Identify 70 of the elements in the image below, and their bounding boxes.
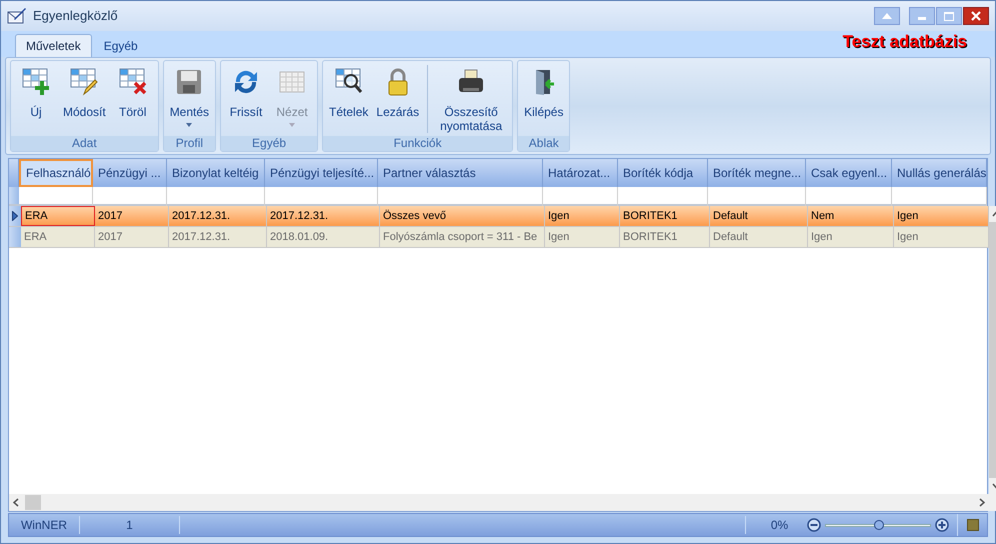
scrollbar-thumb[interactable] <box>25 495 41 510</box>
table-cell: Default <box>710 227 808 247</box>
table-cell: ERA <box>21 227 95 247</box>
zoom-slider-thumb[interactable] <box>874 520 884 530</box>
ribbon-group-label: Adat <box>11 136 158 151</box>
collapse-ribbon-button[interactable] <box>874 7 900 25</box>
close-button[interactable] <box>963 7 989 25</box>
column-header[interactable]: Pénzügyi teljesíté... <box>265 159 378 187</box>
column-header[interactable]: Felhasználó <box>19 159 93 187</box>
column-header[interactable]: Határozat... <box>543 159 618 187</box>
ribbon-tab[interactable]: Egyéb <box>94 34 148 57</box>
table-cross-icon <box>118 68 147 96</box>
table-cell: Igen <box>545 206 620 226</box>
table-cell: 2017.12.31. <box>169 206 267 226</box>
table-cell: Összes vevő <box>380 206 545 226</box>
maximize-icon <box>944 12 954 20</box>
table-cell: Folyószámla csoport = 311 - Be <box>380 227 545 247</box>
ribbon-button[interactable]: Frissít <box>223 65 270 119</box>
column-header[interactable]: Pénzügyi ... <box>93 159 167 187</box>
ribbon-button[interactable]: Tételek <box>325 65 372 119</box>
table-cell: 2018.01.09. <box>267 227 380 247</box>
table-cell: BORITEK1 <box>620 206 710 226</box>
close-icon <box>971 11 981 21</box>
table-row[interactable]: ERA 2017 2017.12.31. 2017.12.31. Összes vevő Igen BORITEK1 Default Nem Igen <box>9 206 989 227</box>
scroll-left-icon[interactable] <box>13 498 19 507</box>
column-header[interactable]: Bizonylat keltéig <box>167 159 265 187</box>
status-user: WinNER <box>9 516 80 534</box>
status-indicator <box>966 519 978 531</box>
envelope-pen-icon <box>7 6 27 26</box>
table-cell: 2017 <box>95 206 169 226</box>
table-cell: Default <box>710 206 808 226</box>
column-header[interactable]: Nullás generálás <box>892 159 987 187</box>
database-label: Teszt adatbázis <box>842 30 967 52</box>
table-cell: Igen <box>545 227 620 247</box>
triangle-up-icon <box>882 13 892 19</box>
table-magnifier-icon <box>334 68 363 96</box>
table-cell: Igen <box>808 227 894 247</box>
table-plus-icon <box>22 68 50 96</box>
zoom-percent: 0% <box>745 516 805 534</box>
scroll-right-icon[interactable] <box>979 498 985 507</box>
ribbon-group-label: Funkciók <box>323 136 512 151</box>
zoom-out-icon[interactable] <box>807 518 821 532</box>
column-header[interactable]: Partner választás <box>378 159 543 187</box>
ribbon-button[interactable]: Összesítő nyomtatása <box>432 65 510 133</box>
table-cell: 2017.12.31. <box>169 227 267 247</box>
minimize-button[interactable] <box>909 7 935 25</box>
row-pointer-icon <box>12 211 18 221</box>
row-header[interactable] <box>9 206 21 226</box>
zoom-in-icon[interactable] <box>935 518 949 532</box>
ribbon-group-label: Egyéb <box>221 136 318 151</box>
table-cell: BORITEK1 <box>620 227 710 247</box>
table-pencil-icon <box>70 68 98 96</box>
table-cell: Nem <box>808 206 894 226</box>
ribbon-button[interactable]: Mentés <box>166 65 214 127</box>
ribbon-button[interactable]: Új <box>13 65 59 119</box>
ribbon-tab[interactable]: Műveletek <box>15 34 92 57</box>
table-cell: 2017.12.31. <box>267 206 380 226</box>
column-header[interactable]: Csak egyenl... <box>806 159 892 187</box>
ribbon-button[interactable]: Lezárás <box>372 65 424 119</box>
ribbon-group-label: Profil <box>164 136 216 151</box>
column-header[interactable]: Boríték kódja <box>618 159 708 187</box>
table-cell: ERA <box>21 206 95 226</box>
status-count: 1 <box>80 516 180 534</box>
ribbon-button[interactable]: Kilépés <box>520 65 568 119</box>
ribbon-button[interactable]: Módosít <box>59 65 110 119</box>
window-title: Egyenlegközlő <box>33 7 118 26</box>
ribbon-button[interactable]: Töröl <box>110 65 156 119</box>
column-header[interactable]: Boríték megne... <box>708 159 806 187</box>
ribbon-group-label: Ablak <box>518 136 570 151</box>
table-cell: 2017 <box>95 227 169 247</box>
